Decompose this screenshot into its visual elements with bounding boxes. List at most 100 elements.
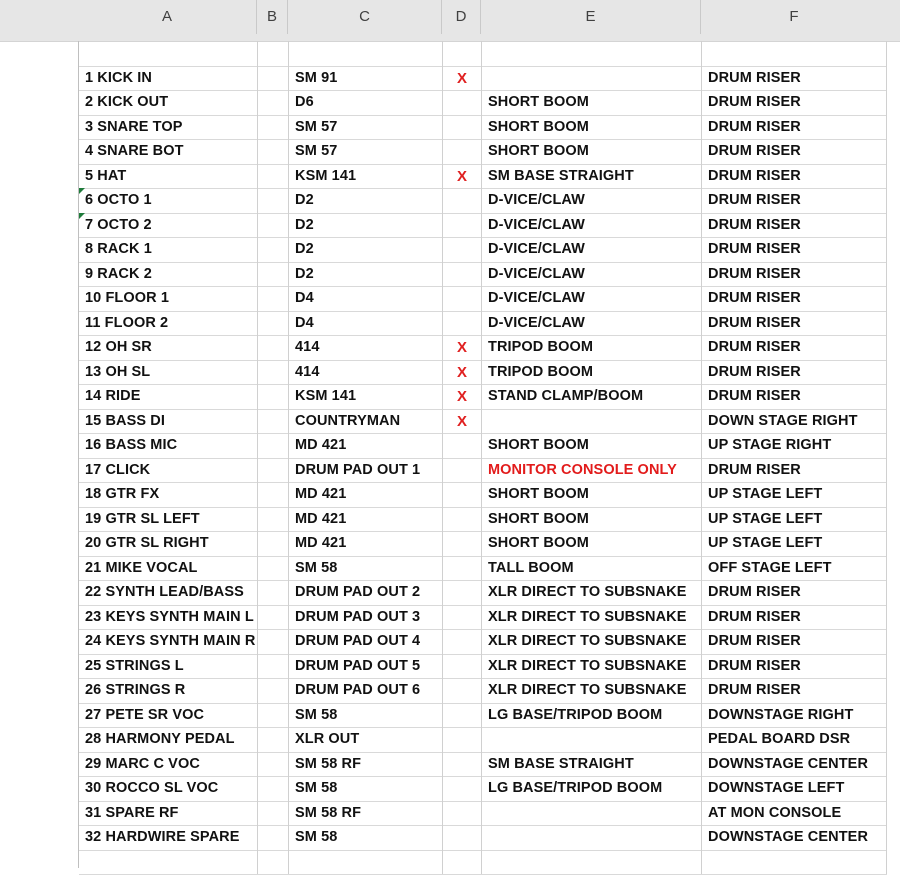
cell-e[interactable]: TRIPOD BOOM [482,360,702,385]
cell-a[interactable]: 21 MIKE VOCAL [79,556,258,581]
cell-d[interactable] [443,237,482,262]
cell-b[interactable] [258,678,289,703]
cell-f[interactable]: DRUM RISER [702,164,887,189]
cell-d[interactable] [443,678,482,703]
cell-b[interactable] [258,262,289,287]
cell-d[interactable] [443,580,482,605]
cell-a[interactable]: 11 FLOOR 2 [79,311,258,336]
cell-a[interactable]: 18 GTR FX [79,482,258,507]
cell-a[interactable]: 13 OH SL [79,360,258,385]
cell-c[interactable]: SM 58 [289,556,443,581]
cell-d[interactable] [443,507,482,532]
cell-f[interactable]: DRUM RISER [702,678,887,703]
cell-c[interactable] [289,850,443,875]
cell-a[interactable]: 8 RACK 1 [79,237,258,262]
cell-f[interactable]: DRUM RISER [702,286,887,311]
cell-d[interactable] [443,531,482,556]
cell-d[interactable] [443,188,482,213]
cell-d[interactable] [443,629,482,654]
cell-e[interactable]: MONITOR CONSOLE ONLY [482,458,702,483]
cell-a[interactable]: 22 SYNTH LEAD/BASS [79,580,258,605]
cell-f[interactable]: UP STAGE LEFT [702,482,887,507]
cell-f[interactable]: UP STAGE LEFT [702,531,887,556]
cell-f[interactable]: DRUM RISER [702,213,887,238]
cell-f[interactable]: DRUM RISER [702,237,887,262]
cell-d[interactable] [443,433,482,458]
cell-c[interactable]: DRUM PAD OUT 1 [289,458,443,483]
cell-e[interactable]: SHORT BOOM [482,139,702,164]
cell-b[interactable] [258,66,289,91]
cell-f[interactable]: DRUM RISER [702,311,887,336]
cell-c[interactable]: SM 58 [289,776,443,801]
cell-c[interactable]: DRUM PAD OUT 4 [289,629,443,654]
cell-e[interactable] [482,850,702,875]
cell-c[interactable]: SM 57 [289,139,443,164]
cell-d[interactable]: X [443,164,482,189]
cell-c[interactable]: SM 58 [289,703,443,728]
column-header-f[interactable]: F [701,0,887,34]
cell-c[interactable]: D6 [289,90,443,115]
cell-a[interactable] [79,850,258,875]
cell-a[interactable]: 1 KICK IN [79,66,258,91]
cell-c[interactable]: KSM 141 [289,384,443,409]
cell-a[interactable]: 17 CLICK [79,458,258,483]
cell-f[interactable]: DRUM RISER [702,458,887,483]
cell-d[interactable] [443,727,482,752]
cell-f[interactable]: DRUM RISER [702,629,887,654]
cell-c[interactable]: D2 [289,188,443,213]
cell-d[interactable] [443,90,482,115]
cell-b[interactable] [258,556,289,581]
cell-f[interactable]: UP STAGE RIGHT [702,433,887,458]
cell-a[interactable]: 12 OH SR [79,335,258,360]
cell-d[interactable]: X [443,384,482,409]
cell-a[interactable]: 23 KEYS SYNTH MAIN L [79,605,258,630]
cell-b[interactable] [258,752,289,777]
cell-d[interactable]: X [443,360,482,385]
cell-b[interactable] [258,580,289,605]
cell-d[interactable] [443,752,482,777]
cell-c[interactable]: D2 [289,213,443,238]
cell-b[interactable] [258,286,289,311]
cell-e[interactable]: D-VICE/CLAW [482,262,702,287]
cell-d[interactable] [443,41,482,66]
cell-c[interactable]: DRUM PAD OUT 3 [289,605,443,630]
cell-a[interactable]: 26 STRINGS R [79,678,258,703]
cell-e[interactable] [482,41,702,66]
cell-b[interactable] [258,850,289,875]
cell-c[interactable] [289,41,443,66]
cell-c[interactable]: SM 57 [289,115,443,140]
cell-a[interactable]: 20 GTR SL RIGHT [79,531,258,556]
cell-b[interactable] [258,188,289,213]
cell-b[interactable] [258,727,289,752]
cell-b[interactable] [258,360,289,385]
cell-c[interactable]: SM 91 [289,66,443,91]
cell-f[interactable]: DRUM RISER [702,360,887,385]
column-header-e[interactable]: E [481,0,701,34]
cell-c[interactable]: MD 421 [289,433,443,458]
cell-c[interactable]: 414 [289,335,443,360]
cell-a[interactable]: 7 OCTO 2 [79,213,258,238]
cell-e[interactable]: TRIPOD BOOM [482,335,702,360]
cell-a[interactable]: 10 FLOOR 1 [79,286,258,311]
cell-b[interactable] [258,335,289,360]
cell-f[interactable]: DRUM RISER [702,66,887,91]
cell-f[interactable]: DRUM RISER [702,384,887,409]
cell-f[interactable] [702,850,887,875]
cell-f[interactable]: DOWN STAGE RIGHT [702,409,887,434]
cell-d[interactable]: X [443,409,482,434]
cell-e[interactable]: SHORT BOOM [482,482,702,507]
cell-b[interactable] [258,409,289,434]
cell-a[interactable]: 6 OCTO 1 [79,188,258,213]
column-header-d[interactable]: D [442,0,481,34]
cell-c[interactable]: DRUM PAD OUT 5 [289,654,443,679]
cell-e[interactable]: SHORT BOOM [482,115,702,140]
cell-a[interactable] [79,41,258,66]
cell-b[interactable] [258,115,289,140]
cell-e[interactable]: TALL BOOM [482,556,702,581]
cell-e[interactable]: D-VICE/CLAW [482,188,702,213]
cell-c[interactable]: D2 [289,262,443,287]
cell-f[interactable]: AT MON CONSOLE [702,801,887,826]
cell-a[interactable]: 2 KICK OUT [79,90,258,115]
cell-e[interactable]: XLR DIRECT TO SUBSNAKE [482,605,702,630]
cell-d[interactable] [443,482,482,507]
